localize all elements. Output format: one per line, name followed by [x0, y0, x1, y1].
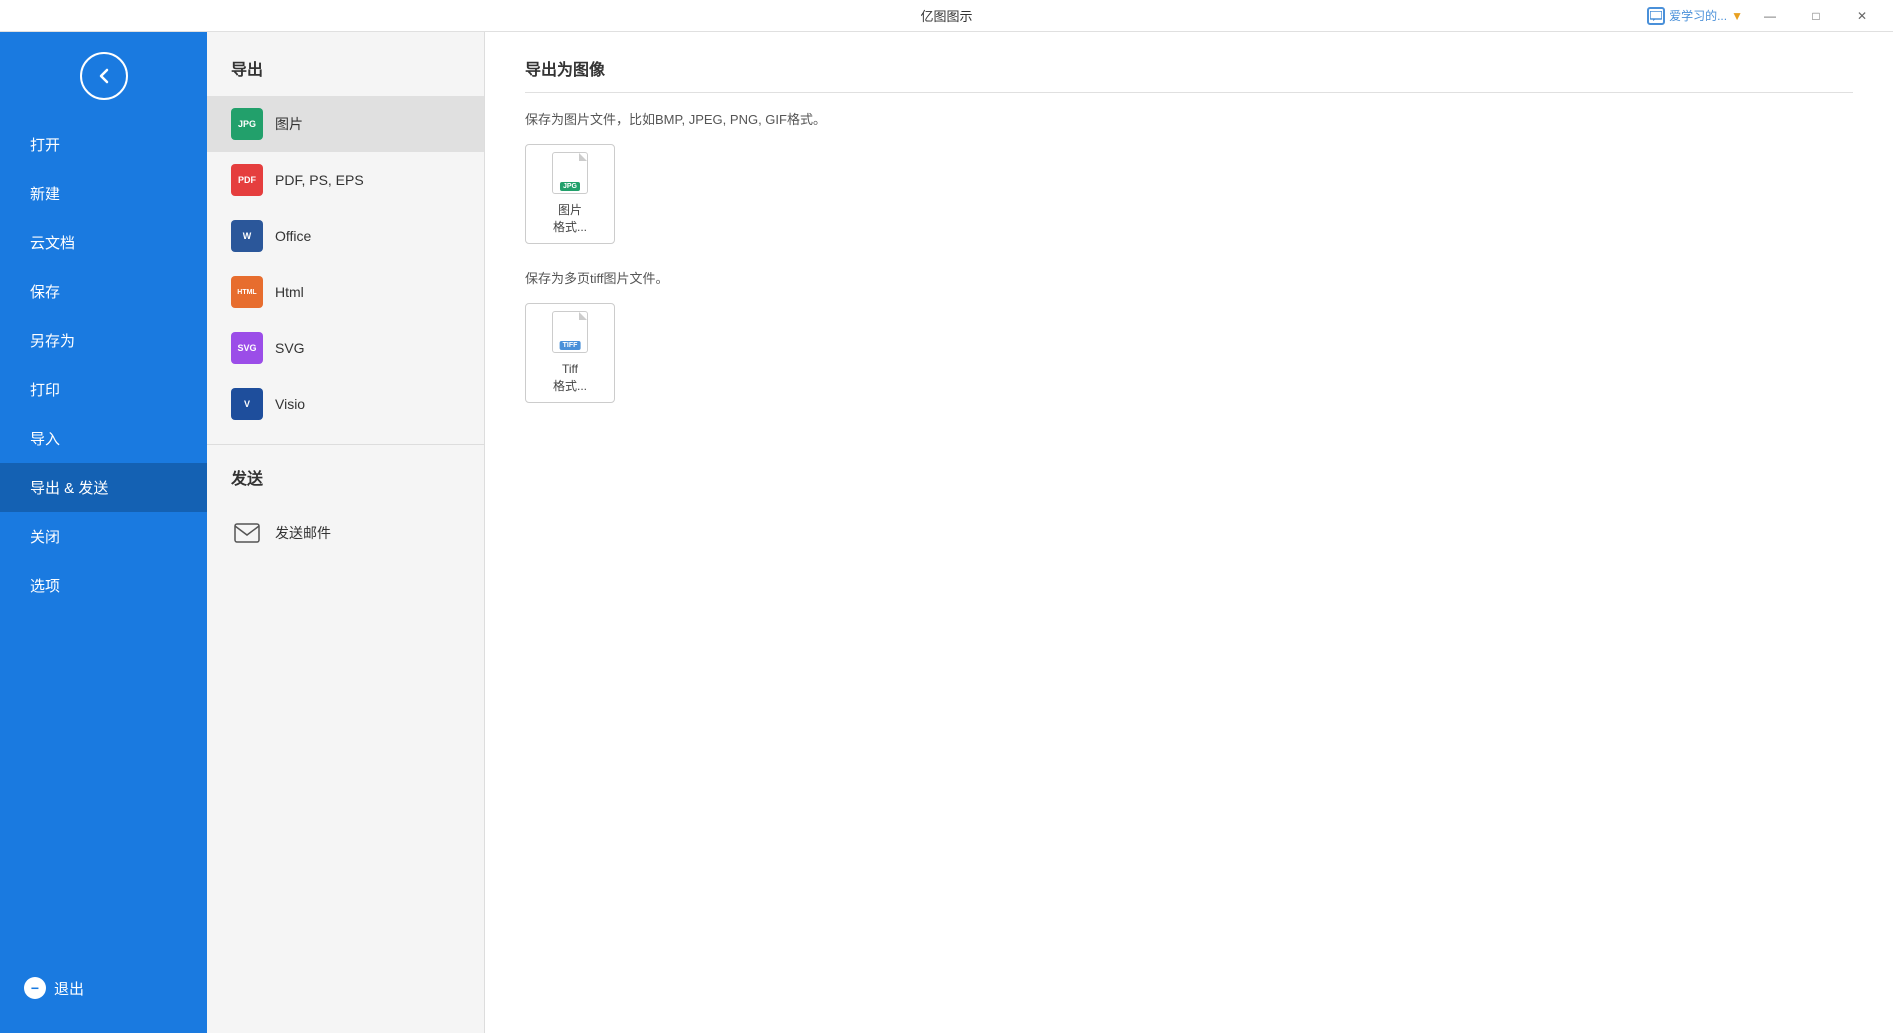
- panel-divider: [207, 444, 484, 445]
- tiff-card-icon: TIFF: [552, 311, 588, 353]
- back-circle-icon[interactable]: [80, 52, 128, 100]
- panel-item-office[interactable]: W Office: [207, 208, 484, 264]
- content-area: 导出为图像 保存为图片文件，比如BMP, JPEG, PNG, GIF格式。 J…: [485, 32, 1893, 1033]
- panel-label-visio: Visio: [275, 396, 305, 412]
- pdf-format-icon: PDF: [231, 164, 263, 196]
- close-button[interactable]: ✕: [1839, 0, 1885, 32]
- sidebar-label-open: 打开: [30, 134, 60, 155]
- jpg-format-icon: JPG: [231, 108, 263, 140]
- sidebar-label-exit: 退出: [54, 978, 84, 999]
- sidebar-item-open[interactable]: 打开: [0, 120, 207, 169]
- panel-item-svg[interactable]: SVG SVG: [207, 320, 484, 376]
- jpg-badge: JPG: [560, 182, 580, 191]
- sidebar-item-import[interactable]: 导入: [0, 414, 207, 463]
- sidebar-item-saveas[interactable]: 另存为: [0, 316, 207, 365]
- jpg-card[interactable]: JPG 图片格式...: [525, 144, 615, 244]
- tiff-format-cards: TIFF Tiff格式...: [525, 303, 1853, 403]
- visio-format-icon: V: [231, 388, 263, 420]
- sidebar-label-save: 保存: [30, 281, 60, 302]
- email-icon: [231, 517, 263, 549]
- exit-icon: −: [24, 977, 46, 999]
- panel-label-html: Html: [275, 284, 304, 300]
- office-format-icon: W: [231, 220, 263, 252]
- image-format-cards: JPG 图片格式...: [525, 144, 1853, 244]
- app-title: 亿图图示: [920, 6, 972, 25]
- user-dropdown-icon: ▼: [1731, 9, 1743, 23]
- panel-label-svg: SVG: [275, 340, 305, 356]
- sidebar-label-saveas: 另存为: [30, 330, 75, 351]
- panel-item-image[interactable]: JPG 图片: [207, 96, 484, 152]
- sidebar-label-new: 新建: [30, 183, 60, 204]
- content-title: 导出为图像: [525, 56, 1853, 93]
- tiff-card-label: Tiff格式...: [553, 361, 587, 395]
- sidebar-label-close: 关闭: [30, 526, 60, 547]
- minimize-button[interactable]: —: [1747, 0, 1793, 32]
- maximize-button[interactable]: □: [1793, 0, 1839, 32]
- jpg-card-label: 图片格式...: [553, 202, 587, 236]
- sidebar-item-new[interactable]: 新建: [0, 169, 207, 218]
- chat-icon: [1647, 7, 1665, 25]
- title-bar-right: 爱学习的... ▼ — □ ✕: [1647, 0, 1885, 32]
- sidebar-item-cloud[interactable]: 云文档: [0, 218, 207, 267]
- jpg-card-icon: JPG: [552, 152, 588, 194]
- user-area[interactable]: 爱学习的... ▼: [1647, 7, 1743, 25]
- export-section-title: 导出: [207, 48, 484, 96]
- panel-item-pdf[interactable]: PDF PDF, PS, EPS: [207, 152, 484, 208]
- panel-item-html[interactable]: HTML Html: [207, 264, 484, 320]
- sidebar-item-export[interactable]: 导出 & 发送: [0, 463, 207, 512]
- back-button[interactable]: [0, 42, 207, 120]
- panel-label-pdf: PDF, PS, EPS: [275, 172, 364, 188]
- sidebar-label-import: 导入: [30, 428, 60, 449]
- panel-label-image: 图片: [275, 114, 303, 134]
- sidebar-item-exit[interactable]: − 退出: [0, 963, 207, 1013]
- window-controls: — □ ✕: [1747, 0, 1885, 32]
- sidebar-label-cloud: 云文档: [30, 232, 75, 253]
- title-bar: 亿图图示 爱学习的... ▼ — □ ✕: [0, 0, 1893, 32]
- sidebar-left: 打开 新建 云文档 保存 另存为 打印 导入 导出 & 发送 关闭 选项: [0, 32, 207, 1033]
- content-desc1: 保存为图片文件，比如BMP, JPEG, PNG, GIF格式。: [525, 109, 1853, 128]
- sidebar-label-options: 选项: [30, 575, 60, 596]
- sidebar-item-print[interactable]: 打印: [0, 365, 207, 414]
- panel-label-office: Office: [275, 228, 311, 244]
- content-desc2: 保存为多页tiff图片文件。: [525, 268, 1853, 287]
- panel-label-email: 发送邮件: [275, 523, 331, 543]
- panel-item-email[interactable]: 发送邮件: [207, 505, 484, 561]
- tiff-badge: TIFF: [560, 341, 581, 350]
- sidebar-item-close[interactable]: 关闭: [0, 512, 207, 561]
- sidebar-item-options[interactable]: 选项: [0, 561, 207, 610]
- sidebar-item-save[interactable]: 保存: [0, 267, 207, 316]
- svg-format-icon: SVG: [231, 332, 263, 364]
- tiff-card[interactable]: TIFF Tiff格式...: [525, 303, 615, 403]
- panel-item-visio[interactable]: V Visio: [207, 376, 484, 432]
- html-format-icon: HTML: [231, 276, 263, 308]
- send-section-title: 发送: [207, 457, 484, 505]
- user-label: 爱学习的...: [1669, 7, 1727, 24]
- sidebar-label-print: 打印: [30, 379, 60, 400]
- app-body: 打开 新建 云文档 保存 另存为 打印 导入 导出 & 发送 关闭 选项: [0, 32, 1893, 1033]
- middle-panel: 导出 JPG 图片 PDF PDF, PS, EPS W Office HTML…: [207, 32, 485, 1033]
- sidebar-label-export: 导出 & 发送: [30, 477, 108, 498]
